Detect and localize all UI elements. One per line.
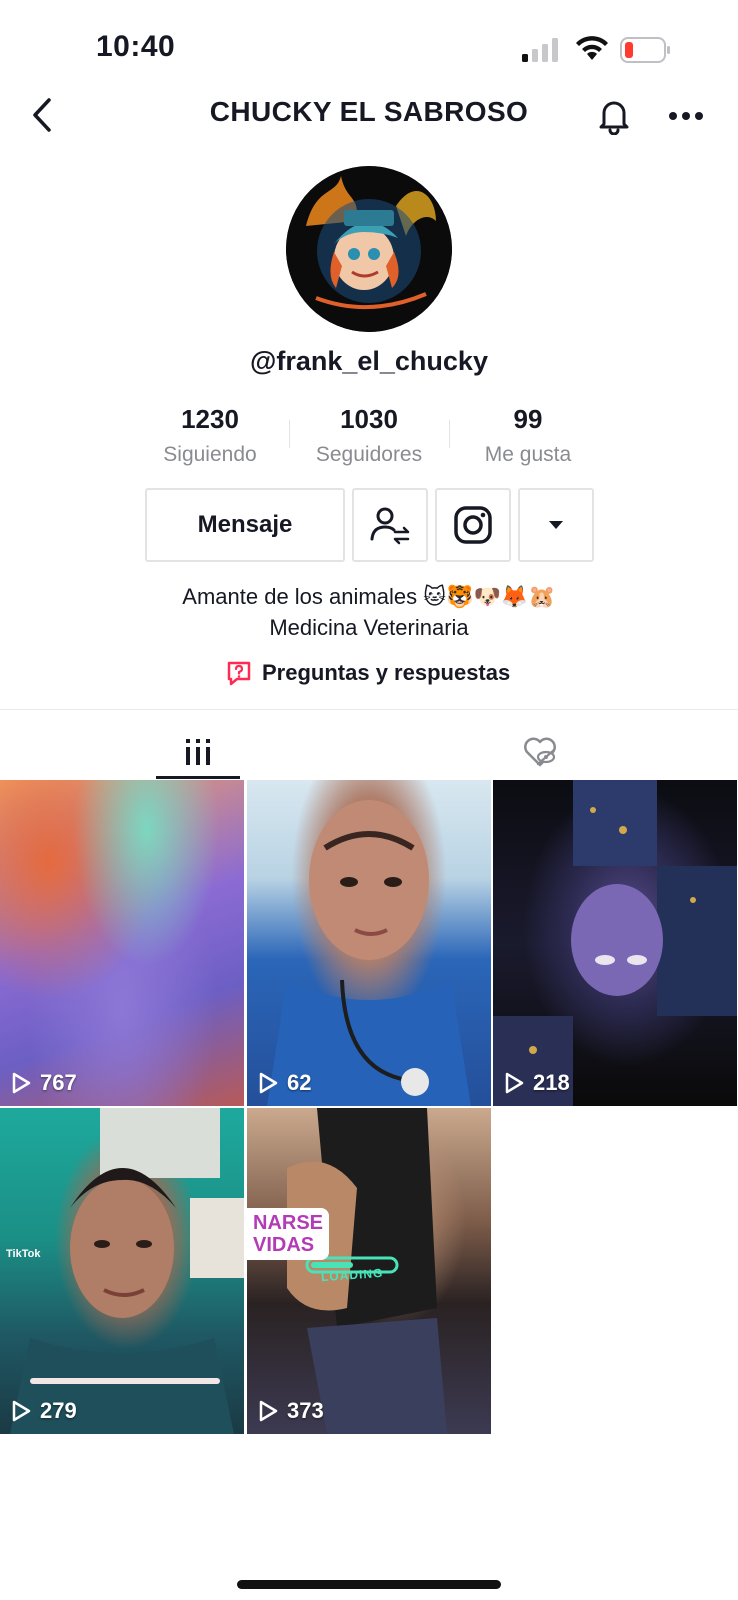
- view-count-value: 218: [533, 1070, 570, 1095]
- stat-following-label: Siguiendo: [163, 443, 257, 466]
- tab-liked[interactable]: [510, 724, 570, 780]
- text-overlay: NARSE VIDAS: [247, 1208, 330, 1260]
- view-count-value: 373: [287, 1398, 324, 1423]
- username: @frank_el_chucky: [250, 346, 488, 376]
- home-indicator[interactable]: [237, 1580, 501, 1589]
- video-tile[interactable]: TikTok 279: [0, 1108, 244, 1434]
- video-tile[interactable]: 767: [0, 780, 244, 1106]
- notifications-button[interactable]: [592, 94, 636, 138]
- active-tab-indicator: [156, 776, 240, 779]
- stat-followers[interactable]: 1030 Seguidores: [289, 404, 449, 467]
- play-outline-icon: [259, 1072, 278, 1094]
- cellular-signal-icon: [522, 38, 558, 62]
- stat-following[interactable]: 1230 Siguiendo: [130, 404, 290, 467]
- stat-following-count: 1230: [181, 404, 239, 434]
- suggested-accounts-dropdown[interactable]: [518, 488, 594, 562]
- view-count-value: 279: [40, 1398, 77, 1423]
- video-thumbnail: [10, 1108, 244, 1434]
- view-count: 62: [257, 1070, 311, 1096]
- view-count: 279: [10, 1398, 77, 1424]
- more-options-button[interactable]: [664, 96, 708, 136]
- video-thumbnail: [493, 780, 737, 1106]
- video-tile[interactable]: 62: [247, 780, 491, 1106]
- stat-likes-label: Me gusta: [484, 443, 572, 466]
- wifi-icon: [576, 36, 608, 60]
- caret-down-icon: [549, 521, 563, 529]
- video-tile[interactable]: 218: [493, 780, 737, 1106]
- qa-link[interactable]: Preguntas y respuestas: [226, 660, 510, 686]
- bio-line-1: Amante de los animales 🐱🐯🐶🦊🐹: [182, 584, 556, 609]
- play-outline-icon: [12, 1072, 31, 1094]
- more-dots-icon: [669, 112, 703, 120]
- stat-followers-label: Seguidores: [315, 443, 423, 466]
- instagram-button[interactable]: [435, 488, 511, 562]
- play-outline-icon: [259, 1400, 278, 1422]
- view-count-value: 767: [40, 1070, 77, 1095]
- view-count: 218: [503, 1070, 570, 1096]
- view-count-value: 62: [287, 1070, 312, 1095]
- overlay-text-2: VIDAS: [253, 1234, 315, 1256]
- user-swap-icon: [370, 507, 410, 545]
- avatar[interactable]: [286, 166, 452, 332]
- overlay-text-1: NARSE: [253, 1212, 324, 1234]
- video-thumbnail: [267, 800, 471, 1106]
- friends-button[interactable]: [352, 488, 428, 562]
- status-time: 10:40: [96, 30, 176, 63]
- play-outline-icon: [505, 1072, 524, 1094]
- stat-likes[interactable]: 99 Me gusta: [448, 404, 608, 467]
- stat-likes-count: 99: [513, 404, 543, 434]
- play-outline-icon: [12, 1400, 31, 1422]
- bio-line-2: Medicina Veterinaria: [269, 615, 469, 640]
- view-count: 373: [257, 1398, 324, 1424]
- liked-hidden-icon: [524, 737, 556, 767]
- message-button[interactable]: Mensaje: [145, 488, 345, 562]
- question-bubble-icon: [227, 661, 251, 686]
- tab-videos[interactable]: [156, 724, 240, 780]
- tabs-divider: [0, 709, 738, 710]
- tiktok-watermark: TikTok: [6, 1248, 41, 1260]
- view-count: 767: [10, 1070, 77, 1096]
- bell-icon: [599, 101, 629, 135]
- stat-followers-count: 1030: [340, 404, 398, 434]
- battery-icon: [620, 37, 670, 63]
- video-tile[interactable]: NARSE VIDAS LOADING 373: [247, 1108, 491, 1434]
- avatar-image: [286, 166, 452, 332]
- instagram-icon: [454, 506, 492, 544]
- qa-label: Preguntas y respuestas: [262, 660, 511, 685]
- video-grid-icon: [186, 739, 210, 765]
